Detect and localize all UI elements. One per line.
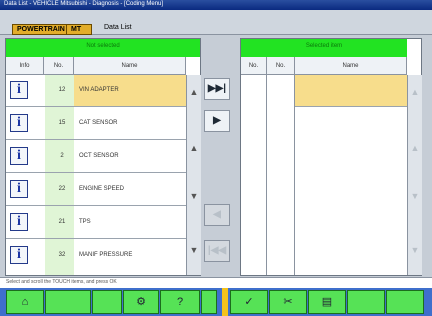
status-text: Select and scroll the TOUCH items, and p… bbox=[6, 279, 117, 285]
info-icon[interactable]: i bbox=[10, 180, 28, 198]
cancel-button[interactable]: ✂ bbox=[269, 290, 307, 314]
col-name: Name bbox=[295, 57, 407, 75]
item-name: TPS bbox=[79, 219, 91, 225]
tool-button[interactable]: ⚙ bbox=[123, 290, 159, 314]
tab-bar: POWERTRAIN MT Data List bbox=[0, 10, 432, 35]
help-button[interactable]: ? bbox=[160, 290, 200, 314]
toolbar-slot bbox=[201, 290, 217, 314]
item-name: OCT SENSOR bbox=[79, 153, 119, 159]
page-up-icon[interactable]: ▲ bbox=[188, 85, 200, 99]
item-name: ENGINE SPEED bbox=[79, 186, 125, 192]
list-item[interactable]: i 12 VIN ADAPTER bbox=[6, 75, 186, 107]
info-icon[interactable]: i bbox=[10, 147, 28, 165]
scissors-icon: ✂ bbox=[283, 296, 293, 308]
bottom-toolbar: ⌂ ⚙ ? ✓ ✂ ▤ bbox=[0, 288, 432, 316]
list-button[interactable]: ▤ bbox=[308, 290, 346, 314]
info-icon[interactable]: i bbox=[10, 81, 28, 99]
add-button[interactable]: ▶ bbox=[204, 110, 230, 132]
col-name: Name bbox=[74, 57, 186, 75]
list-item[interactable]: i 32 MANIF PRESSURE bbox=[6, 240, 186, 272]
info-icon[interactable]: i bbox=[10, 114, 28, 132]
list-item[interactable]: i 15 CAT SENSOR bbox=[6, 108, 186, 140]
check-icon: ✓ bbox=[244, 296, 254, 308]
col-no-2: No. bbox=[267, 57, 295, 75]
transfer-buttons: ▶▶| ▶ ◀ |◀◀ bbox=[200, 72, 234, 272]
page-down-icon[interactable]: ▼ bbox=[188, 243, 200, 257]
scroll-down-icon[interactable]: ▼ bbox=[409, 189, 421, 203]
remove-button[interactable]: ◀ bbox=[204, 204, 230, 226]
title-bar: Data List - VEHICLE Mitsubishi - Diagnos… bbox=[0, 0, 432, 10]
add-all-button[interactable]: ▶▶| bbox=[204, 78, 230, 100]
window-title: Data List - VEHICLE Mitsubishi - Diagnos… bbox=[4, 1, 164, 7]
col-no-1: No. bbox=[241, 57, 267, 75]
scroll-down-icon[interactable]: ▼ bbox=[188, 189, 200, 203]
item-name: CAT SENSOR bbox=[79, 120, 118, 126]
list-item[interactable]: i 2 OCT SENSOR bbox=[6, 141, 186, 173]
toolbar-slot bbox=[45, 290, 91, 314]
divider bbox=[266, 57, 267, 275]
info-icon[interactable]: i bbox=[10, 246, 28, 264]
selected-row-highlight bbox=[295, 75, 407, 107]
list-item[interactable]: i 21 TPS bbox=[6, 207, 186, 239]
scroll-up-icon[interactable]: ▲ bbox=[409, 141, 421, 155]
toolbar-slot bbox=[347, 290, 385, 314]
col-info: Info bbox=[6, 57, 44, 75]
item-name: MANIF PRESSURE bbox=[79, 252, 133, 258]
available-items-panel: Not selected Info No. Name i 12 VIN ADAP… bbox=[5, 38, 201, 276]
item-name: VIN ADAPTER bbox=[79, 87, 119, 93]
remove-all-button[interactable]: |◀◀ bbox=[204, 240, 230, 262]
left-scrollbar[interactable]: ▲ ▲ ▼ ▼ bbox=[186, 75, 201, 275]
item-number: 22 bbox=[58, 186, 66, 192]
list-icon: ▤ bbox=[321, 296, 333, 308]
col-no: No. bbox=[44, 57, 74, 75]
ok-button[interactable]: ✓ bbox=[230, 290, 268, 314]
toolbar-divider bbox=[222, 288, 228, 316]
status-bar: Select and scroll the TOUCH items, and p… bbox=[0, 277, 432, 288]
home-button[interactable]: ⌂ bbox=[6, 290, 44, 314]
item-number: 15 bbox=[58, 120, 66, 126]
page-down-icon[interactable]: ▼ bbox=[409, 243, 421, 257]
toolbar-slot bbox=[386, 290, 424, 314]
toolbar-slot bbox=[92, 290, 122, 314]
item-number: 21 bbox=[58, 219, 66, 225]
item-number: 12 bbox=[58, 87, 66, 93]
info-icon[interactable]: i bbox=[10, 213, 28, 231]
list-item[interactable]: i 22 ENGINE SPEED bbox=[6, 174, 186, 206]
selected-items-header: Selected item bbox=[241, 39, 407, 57]
item-number: 2 bbox=[60, 153, 64, 159]
scroll-up-icon[interactable]: ▲ bbox=[188, 141, 200, 155]
help-icon: ? bbox=[176, 296, 184, 308]
item-number: 32 bbox=[58, 252, 66, 258]
tool-icon: ⚙ bbox=[136, 296, 146, 308]
tab-mt[interactable]: MT bbox=[66, 24, 92, 35]
available-items-header: Not selected bbox=[6, 39, 200, 57]
tab-powertrain[interactable]: POWERTRAIN bbox=[12, 24, 68, 35]
home-icon: ⌂ bbox=[21, 296, 29, 308]
page-up-icon[interactable]: ▲ bbox=[409, 85, 421, 99]
breadcrumb: Data List bbox=[104, 24, 132, 31]
right-scrollbar[interactable]: ▲ ▲ ▼ ▼ bbox=[407, 75, 422, 275]
selected-items-panel: Selected item No. No. Name ▲ ▲ ▼ ▼ bbox=[240, 38, 422, 276]
